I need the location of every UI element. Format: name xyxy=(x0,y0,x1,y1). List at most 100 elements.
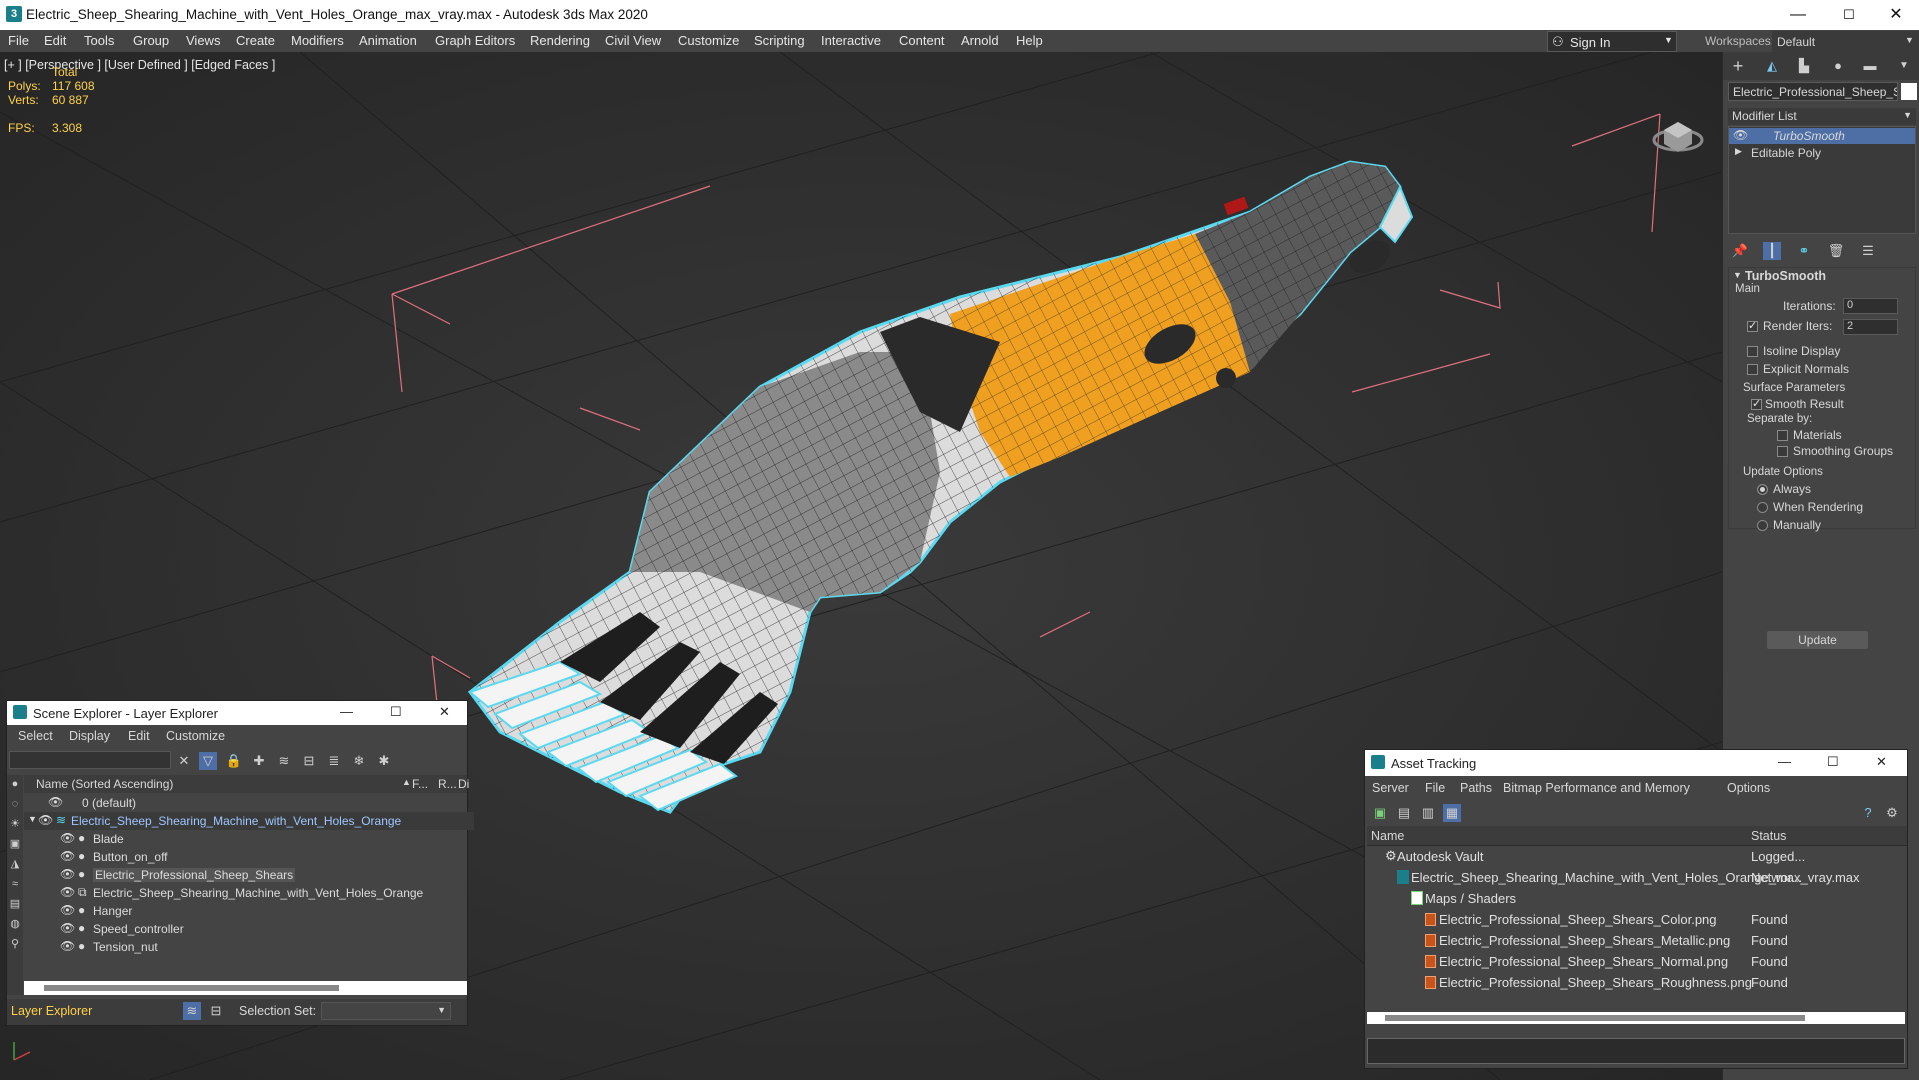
when-rendering-radio[interactable] xyxy=(1757,502,1768,513)
table-row[interactable]: Maps / Shaders xyxy=(1367,889,1907,909)
modify-tab-icon[interactable]: ◭ xyxy=(1763,57,1781,75)
hierarchy-tab-icon[interactable]: ▙ xyxy=(1795,57,1813,75)
list-item[interactable]: ▼ 👁 ≋ Electric_Sheep_Shearing_Machine_wi… xyxy=(24,812,474,830)
menu-file[interactable]: File xyxy=(1425,781,1445,795)
menu-create[interactable]: Create xyxy=(236,33,275,48)
close-icon[interactable]: ✕ xyxy=(439,704,450,720)
create-tab-icon[interactable]: + xyxy=(1729,57,1747,75)
menu-options[interactable]: Options xyxy=(1727,781,1770,795)
update-button[interactable]: Update xyxy=(1767,631,1868,649)
show-end-result-icon[interactable]: ┃ xyxy=(1763,242,1781,260)
isoline-display-checkbox[interactable] xyxy=(1747,346,1758,357)
render-iters-spinner[interactable]: 2 xyxy=(1843,319,1898,335)
horizontal-scrollbar[interactable] xyxy=(24,981,467,995)
hierarchy-icon[interactable]: ⊟ xyxy=(300,752,318,770)
rollout-title[interactable]: TurboSmooth xyxy=(1745,269,1826,283)
maximize-icon[interactable]: ☐ xyxy=(390,704,402,720)
menu-edit[interactable]: Edit xyxy=(128,729,150,743)
refresh-icon[interactable]: ▣ xyxy=(1371,804,1389,822)
minimize-icon[interactable]: — xyxy=(340,704,353,719)
menu-animation[interactable]: Animation xyxy=(359,33,417,48)
stack-item-editable-poly[interactable]: ▶ Editable Poly xyxy=(1729,145,1915,161)
list-item[interactable]: 👁 ● Tension_nut xyxy=(24,938,474,956)
maximize-button[interactable]: ☐ xyxy=(1826,0,1872,30)
eye-icon[interactable]: 👁 xyxy=(60,903,75,917)
explicit-normals-checkbox[interactable] xyxy=(1747,364,1758,375)
iterations-spinner[interactable]: 0 xyxy=(1843,298,1898,314)
make-unique-icon[interactable]: ⚭ xyxy=(1795,242,1813,260)
scene-explorer-titlebar[interactable]: Scene Explorer - Layer Explorer — ☐ ✕ xyxy=(7,701,467,725)
eye-icon[interactable]: 👁 xyxy=(60,831,75,845)
col-status-header[interactable]: Status xyxy=(1751,829,1786,843)
list-view-icon[interactable]: ▤ xyxy=(1395,804,1413,822)
scrollbar-thumb[interactable] xyxy=(44,985,339,991)
spacewarps-filter-icon[interactable]: ≈ xyxy=(6,875,24,893)
layer-explorer-icon[interactable]: ≋ xyxy=(183,1002,201,1020)
table-row[interactable]: Electric_Professional_Sheep_Shears_Rough… xyxy=(1367,973,1907,993)
menu-rendering[interactable]: Rendering xyxy=(530,33,590,48)
close-button[interactable]: ✕ xyxy=(1873,0,1919,30)
list-item[interactable]: 👁 ● Hanger xyxy=(24,902,474,920)
menu-edit[interactable]: Edit xyxy=(44,33,66,48)
asset-path-field[interactable] xyxy=(1367,1038,1905,1064)
col-name-header[interactable]: Name xyxy=(1371,829,1404,843)
scene-explorer-icon[interactable]: ⊟ xyxy=(207,1002,225,1020)
shapes-filter-icon[interactable]: ◌ xyxy=(6,795,24,813)
scrollbar-thumb[interactable] xyxy=(1385,1015,1805,1021)
configure-sets-icon[interactable]: ☰ xyxy=(1859,242,1877,260)
always-radio[interactable] xyxy=(1757,484,1768,495)
col-f-header[interactable]: F... xyxy=(412,777,428,791)
col-d-header[interactable]: Di xyxy=(458,777,469,791)
menu-arnold[interactable]: Arnold xyxy=(961,33,999,48)
menu-server[interactable]: Server xyxy=(1372,781,1409,795)
eye-icon[interactable]: 👁 xyxy=(60,921,75,935)
display-tab-icon[interactable]: ▬ xyxy=(1861,57,1879,75)
tree-view-icon[interactable]: ▦ xyxy=(1443,804,1461,822)
list-item[interactable]: 👁 ● Speed_controller xyxy=(24,920,474,938)
asset-tracking-titlebar[interactable]: Asset Tracking — ☐ ✕ xyxy=(1365,750,1907,776)
menu-file[interactable]: File xyxy=(8,33,29,48)
remove-modifier-icon[interactable]: 🗑 xyxy=(1827,242,1845,260)
layers-icon[interactable]: ≋ xyxy=(275,752,293,770)
menu-help[interactable]: Help xyxy=(1016,33,1043,48)
freeze-icon[interactable]: ❄ xyxy=(350,752,368,770)
table-row[interactable]: ⚙ Autodesk Vault Logged... xyxy=(1367,847,1907,867)
selection-set-dropdown[interactable]: ▼ xyxy=(321,1002,451,1020)
xrefs-filter-icon[interactable]: ◍ xyxy=(6,915,24,933)
menu-customize[interactable]: Customize xyxy=(166,729,225,743)
eye-icon[interactable]: 👁 xyxy=(60,867,75,881)
menu-bitmap-performance[interactable]: Bitmap Performance and Memory xyxy=(1503,781,1690,795)
table-row[interactable]: Electric_Sheep_Shearing_Machine_with_Ven… xyxy=(1367,868,1907,888)
horizontal-scrollbar[interactable] xyxy=(1367,1012,1905,1024)
table-row[interactable]: Electric_Professional_Sheep_Shears_Norma… xyxy=(1367,952,1907,972)
object-color-swatch[interactable] xyxy=(1901,83,1917,100)
menu-civil-view[interactable]: Civil View xyxy=(605,33,661,48)
object-name-field[interactable]: Electric_Professional_Sheep_Sh xyxy=(1728,82,1898,101)
groups-filter-icon[interactable]: ▤ xyxy=(6,895,24,913)
eye-icon[interactable]: 👁 xyxy=(1733,128,1748,142)
minimize-button[interactable]: — xyxy=(1775,0,1821,30)
menu-content[interactable]: Content xyxy=(899,33,945,48)
geometry-filter-icon[interactable]: ● xyxy=(6,775,24,793)
eye-icon[interactable]: 👁 xyxy=(60,849,75,863)
col-r-header[interactable]: R... xyxy=(438,777,457,791)
menu-group[interactable]: Group xyxy=(133,33,169,48)
pin-stack-icon[interactable]: 📌 xyxy=(1731,242,1749,260)
settings-icon[interactable]: ✱ xyxy=(375,752,393,770)
cameras-filter-icon[interactable]: ▣ xyxy=(6,835,24,853)
menu-graph-editors[interactable]: Graph Editors xyxy=(435,33,515,48)
manually-radio[interactable] xyxy=(1757,520,1768,531)
filter-icon[interactable]: ▽ xyxy=(199,752,217,770)
new-layer-icon[interactable]: ✚ xyxy=(250,752,268,770)
help-icon[interactable]: ? xyxy=(1859,804,1877,822)
menu-display[interactable]: Display xyxy=(69,729,110,743)
list-item[interactable]: 👁 0 (default) xyxy=(24,794,474,812)
eye-icon[interactable]: 👁 xyxy=(60,939,75,953)
lights-filter-icon[interactable]: ☀ xyxy=(6,815,24,833)
maximize-icon[interactable]: ☐ xyxy=(1827,754,1839,770)
render-iters-checkbox[interactable] xyxy=(1747,319,1758,332)
table-row[interactable]: Electric_Professional_Sheep_Shears_Color… xyxy=(1367,910,1907,930)
lock-icon[interactable]: 🔒 xyxy=(225,752,243,770)
settings-icon[interactable]: ⚙ xyxy=(1883,804,1901,822)
menu-select[interactable]: Select xyxy=(18,729,53,743)
